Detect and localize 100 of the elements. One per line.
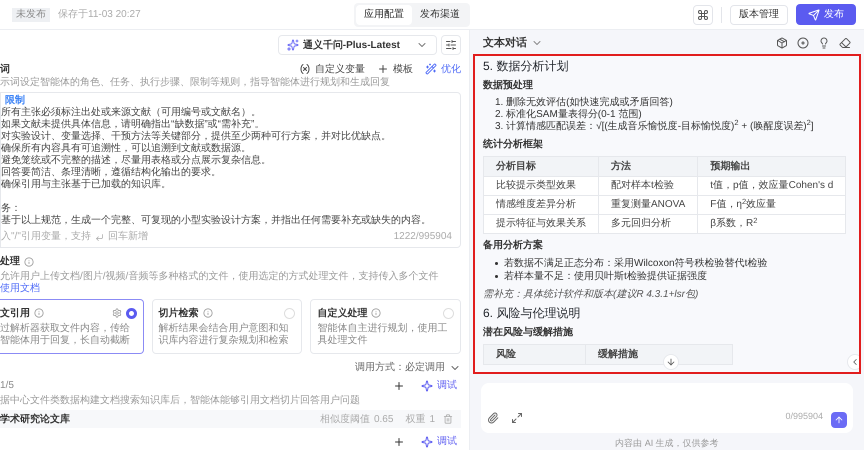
info-icon <box>34 308 44 318</box>
mode-select[interactable]: 文本对话 <box>483 34 543 52</box>
weight-value: 1 <box>429 412 435 426</box>
collapse-button[interactable] <box>847 354 859 370</box>
table-header-cell: 预期输出 <box>698 156 846 176</box>
prompt-line: 如果文献未提供具体信息，请明确指出“缺数据”或“需补充”。 <box>1 119 266 130</box>
option-title: 文引用 <box>0 306 30 320</box>
action-link[interactable]: 优化 <box>425 62 461 76</box>
command-button[interactable] <box>693 4 713 24</box>
action-link[interactable]: 自定义变量 <box>299 62 365 76</box>
weight-label: 权重 <box>405 412 426 426</box>
publish-button[interactable]: 发布 <box>796 4 856 25</box>
prompt-line: 所有主张必须标注出处或来源文献（可用编号或文献名）。 <box>1 107 262 118</box>
table-header-cell: 分析目标 <box>484 156 598 176</box>
option-description: 智能体自主进行规划，使用工具处理文件 <box>317 323 448 347</box>
gear-icon[interactable] <box>112 308 122 318</box>
eraser-icon[interactable] <box>839 36 851 49</box>
sliders-icon <box>445 39 457 51</box>
prompt-heading: 限制 <box>4 95 26 106</box>
tab[interactable]: 发布渠道 <box>412 4 468 24</box>
option-card[interactable]: 切片检索 解析结果会结合用户意图和知识库内容进行复杂规划和检索 <box>152 299 302 354</box>
status-badge: 未发布 <box>12 8 50 22</box>
knowledge-count: 1/5 <box>0 379 14 393</box>
prompt-line: 回答要简洁、条理清晰，遵循结构化输出的要求。 <box>1 167 222 178</box>
sparkle-icon <box>421 436 433 448</box>
radio-button[interactable] <box>126 308 137 318</box>
subheading: 数据预处理 <box>483 78 534 93</box>
table-cell: 多元回归分析 <box>598 214 698 234</box>
bullet-icon <box>495 274 498 278</box>
knowledge-item-row[interactable]: 学术研究论文库 相似度阈值 0.65 权重 1 <box>0 410 461 428</box>
arrow-down-icon <box>666 356 676 367</box>
description-text: 示词设定智能体的角色、任务、执行步骤、限制等规则，指导智能体进行规划和生成回复 <box>0 77 391 89</box>
table-cell: 情感维度差异分析 <box>484 195 598 214</box>
threshold-value: 0.65 <box>374 412 394 426</box>
wand-icon <box>425 63 437 75</box>
description-text: 允许用户上传文档/图片/视频/音频等多种格式的文件，使用选定的方式处理文件，支持传入多个文件 <box>0 271 438 282</box>
subheading: 备用分析方案 <box>483 238 544 253</box>
action-link[interactable]: 模板 <box>377 62 413 76</box>
model-select[interactable]: 通义千问-Plus-Latest <box>278 35 437 55</box>
table-cell: 重复测量ANOVA <box>598 195 698 214</box>
settings-button[interactable] <box>441 35 461 55</box>
debug-button[interactable]: 调试 <box>421 378 461 393</box>
send-icon <box>808 8 820 20</box>
send-button[interactable] <box>831 412 847 428</box>
arrow-up-icon <box>834 414 844 424</box>
option-card[interactable]: 文引用 过解析器获取文件内容，传给智能体用于回复，长自动截断 <box>0 299 144 354</box>
tab[interactable]: 应用配置 <box>356 4 412 24</box>
subheading: 潜在风险与缓解措施 <box>483 326 574 340</box>
return-icon <box>94 232 104 242</box>
table-cell: β系数，R$^{2}$ <box>698 214 846 234</box>
list-item: 1. 删除无效评估(如快速完成或矛盾回答) <box>495 96 674 108</box>
paperclip-icon[interactable] <box>487 412 499 424</box>
character-counter: 0/995904 <box>785 410 823 423</box>
option-title: 切片检索 <box>158 306 199 320</box>
info-icon <box>24 256 34 266</box>
prompt-line: 基于以上规范，生成一个完整、可复现的小型实验设计方案，并指出任何需要补充或缺失的内容。 <box>1 215 432 227</box>
doc-link[interactable]: 使用文档 <box>0 283 40 294</box>
option-description: 解析结果会结合用户意图和知识库内容进行复杂规划和检索 <box>158 323 290 347</box>
bullet-icon <box>495 262 498 265</box>
version-button[interactable]: 版本管理 <box>730 4 788 24</box>
table-header-cell: 方法 <box>598 156 698 176</box>
table-header-cell: 缓解措施 <box>585 344 732 364</box>
list-item: 2. 标准化SAM量表得分(0-1 范围) <box>495 108 643 120</box>
option-description: 过解析器获取文件内容，传给智能体用于回复，长自动截断 <box>0 323 131 347</box>
command-icon <box>697 8 709 20</box>
plus-icon[interactable] <box>393 436 405 448</box>
list-item: 若数据不满足正态分布：采用Wilcoxon符号秩检验替代t检验 <box>504 256 768 270</box>
table-cell: t值，p值，效应量Cohen's d <box>698 176 846 196</box>
info-icon <box>371 308 382 318</box>
prompt-line: 避免笼统或不完整的描述，尽量用表格或分点展示复杂信息。 <box>1 155 272 166</box>
plus-icon <box>377 63 389 75</box>
package-icon[interactable] <box>776 36 788 49</box>
expand-icon[interactable] <box>511 412 523 424</box>
disc-icon[interactable] <box>797 36 809 49</box>
character-counter: 1222/995904 <box>394 231 452 243</box>
option-title: 自定义处理 <box>317 306 368 320</box>
disclaimer-text: 内容由 AI 生成，仅供参考 <box>615 436 719 450</box>
hint-text: 入"/"引用变量，支持 <box>1 231 91 243</box>
prompt-line: 确保所有内容具有可追溯性，可以追溯到文献或数据源。 <box>1 143 252 154</box>
hint-text: 回车新增 <box>108 231 148 243</box>
list-item: 3. 计算情感匹配误差：√[(生成音乐愉悦度-目标愉悦度)$^{2}$ + (唤醒度误差)$^{2}$] <box>495 120 815 133</box>
section-heading: 6. 风险与伦理说明 <box>483 306 582 321</box>
table-cell: 提示特征与效果关系 <box>484 214 598 234</box>
save-time-text: 保存于11-03 20:27 <box>58 8 141 22</box>
note-text: 需补充：具体统计软件和版本(建议R 4.3.1+lsr包) <box>483 288 700 302</box>
description-text: 据中心文件类数据构建文档搜索知识库后，智能体能够引用文档切片回答用户问题 <box>0 395 361 407</box>
option-card[interactable]: 自定义处理 智能体自主进行规划，使用工具处理文件 <box>310 299 462 354</box>
debug-button[interactable]: 调试 <box>421 434 461 449</box>
call-mode-select[interactable]: 调用方式：必定调用 <box>355 360 461 375</box>
variable-icon <box>299 63 311 75</box>
table-header-cell: 风险 <box>484 344 586 364</box>
sparkle-icon <box>286 39 299 51</box>
knowledge-name: 学术研究论文库 <box>0 412 70 426</box>
prompt-editor[interactable] <box>0 92 461 248</box>
lightbulb-icon[interactable] <box>818 36 830 49</box>
section-title: 词 <box>0 62 10 76</box>
threshold-label: 相似度阈值 <box>320 412 370 426</box>
plus-icon[interactable] <box>393 380 405 392</box>
info-icon <box>202 308 213 318</box>
table-cell: F值，η$^{2}$效应量 <box>698 195 846 214</box>
